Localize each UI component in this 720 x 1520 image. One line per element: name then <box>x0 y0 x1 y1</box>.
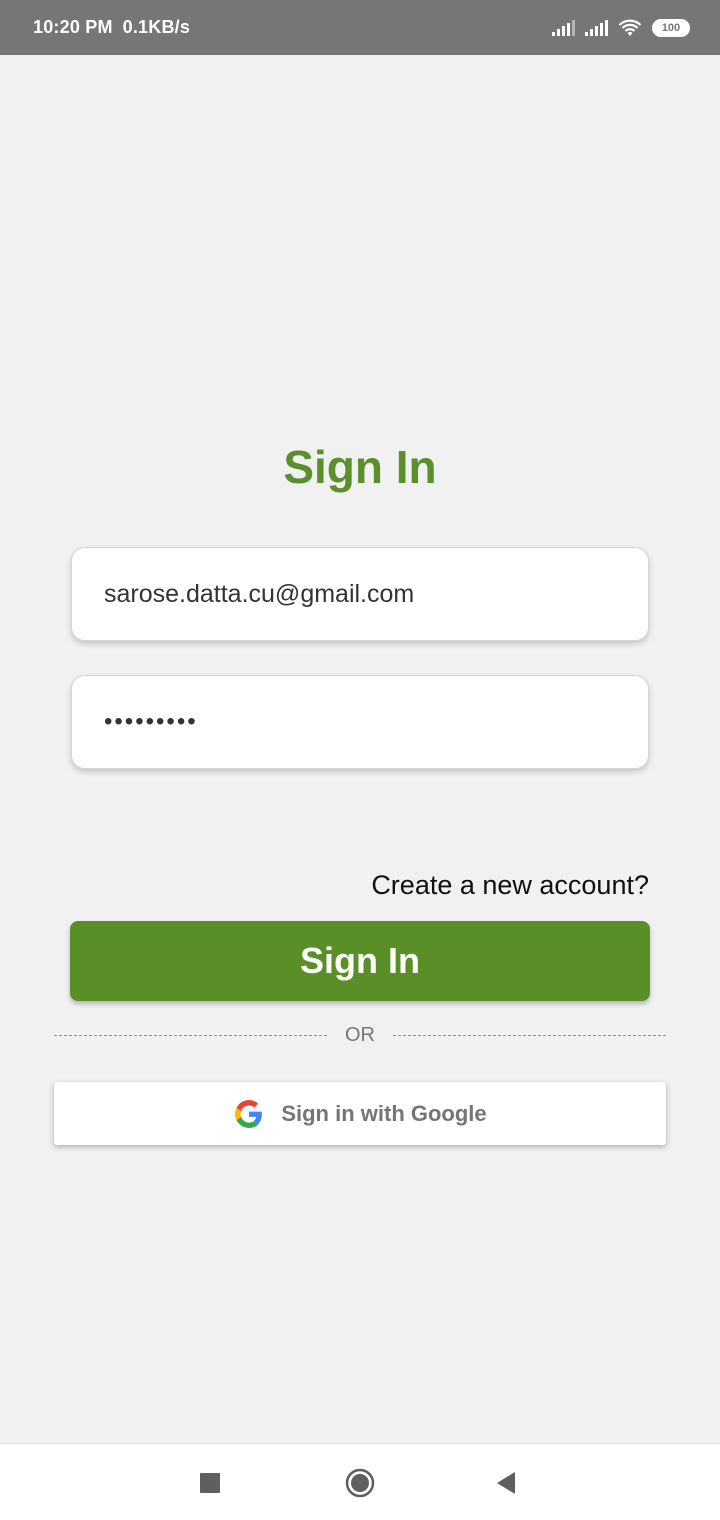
divider-line-right <box>393 1034 666 1036</box>
or-label: OR <box>345 1023 375 1046</box>
page-title: Sign In <box>283 441 437 493</box>
recent-apps-icon <box>200 1473 220 1493</box>
home-icon <box>345 1468 375 1498</box>
google-g-icon <box>233 1098 265 1130</box>
sign-in-button[interactable]: Sign In <box>70 921 650 1001</box>
status-bar: 10:20 PM 0.1KB/s 100 <box>0 0 720 55</box>
google-sign-in-button[interactable]: Sign in with Google <box>54 1082 666 1145</box>
status-right: 100 <box>552 18 690 37</box>
signal-icon <box>552 19 575 36</box>
battery-icon: 100 <box>652 18 690 37</box>
battery-level: 100 <box>661 21 681 34</box>
email-input[interactable] <box>104 579 648 609</box>
status-time: 10:20 PM <box>33 17 113 37</box>
email-field[interactable] <box>71 547 649 641</box>
signal-icon <box>585 19 608 36</box>
recent-apps-button[interactable] <box>185 1458 235 1508</box>
navigation-bar <box>0 1443 720 1520</box>
google-sign-in-label: Sign in with Google <box>281 1100 487 1126</box>
divider-line-left <box>54 1034 327 1036</box>
back-button[interactable] <box>481 1458 531 1508</box>
password-input[interactable] <box>104 708 648 736</box>
password-field[interactable] <box>71 675 649 769</box>
status-net-speed: 0.1KB/s <box>122 17 191 37</box>
or-divider: OR <box>54 1022 666 1048</box>
back-icon <box>497 1472 515 1494</box>
create-account-link[interactable]: Create a new account? <box>371 870 649 901</box>
home-button[interactable] <box>335 1458 385 1508</box>
status-left: 10:20 PM 0.1KB/s <box>33 17 190 38</box>
wifi-icon <box>618 19 642 36</box>
